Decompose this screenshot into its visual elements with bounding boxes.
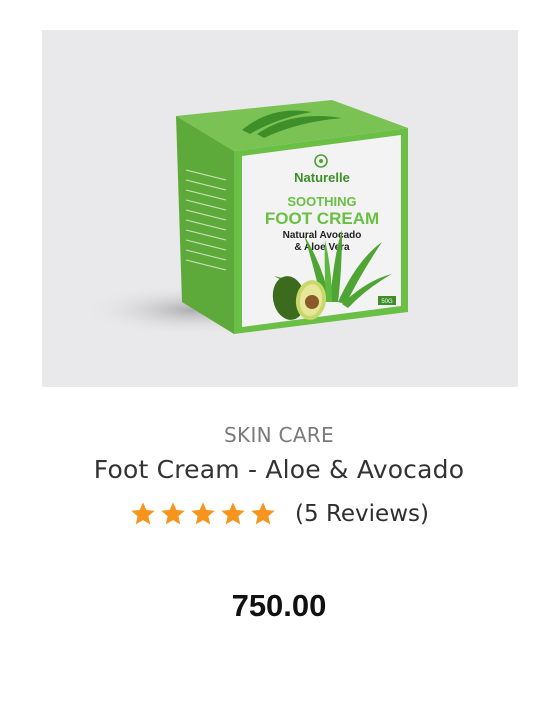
star-icon	[131, 502, 155, 525]
box-line1-text: SOOTHING	[287, 194, 356, 209]
product-box-icon: Naturelle SOOTHING FOOT CREAM Natural Av…	[82, 100, 408, 336]
box-line2-text: FOOT CREAM	[265, 209, 379, 228]
reviews-link[interactable]: (5 Reviews)	[295, 501, 429, 527]
product-card[interactable]: Naturelle SOOTHING FOOT CREAM Natural Av…	[0, 0, 558, 709]
star-icon	[191, 502, 215, 525]
box-line3-text: Natural Avocado	[283, 230, 362, 241]
product-rating: (5 Reviews)	[0, 500, 558, 528]
product-price: 750.00	[231, 588, 327, 623]
product-category[interactable]: SKIN CARE	[0, 423, 558, 447]
product-title[interactable]: Foot Cream - Aloe & Avocado	[0, 455, 558, 484]
star-icon	[251, 502, 275, 525]
star-icon	[161, 502, 185, 525]
box-weight-text: 50G	[381, 299, 393, 305]
box-brand-text: Naturelle	[294, 170, 350, 185]
rating-stars	[129, 500, 277, 528]
star-icon	[221, 502, 245, 525]
product-image[interactable]: Naturelle SOOTHING FOOT CREAM Natural Av…	[42, 30, 518, 387]
